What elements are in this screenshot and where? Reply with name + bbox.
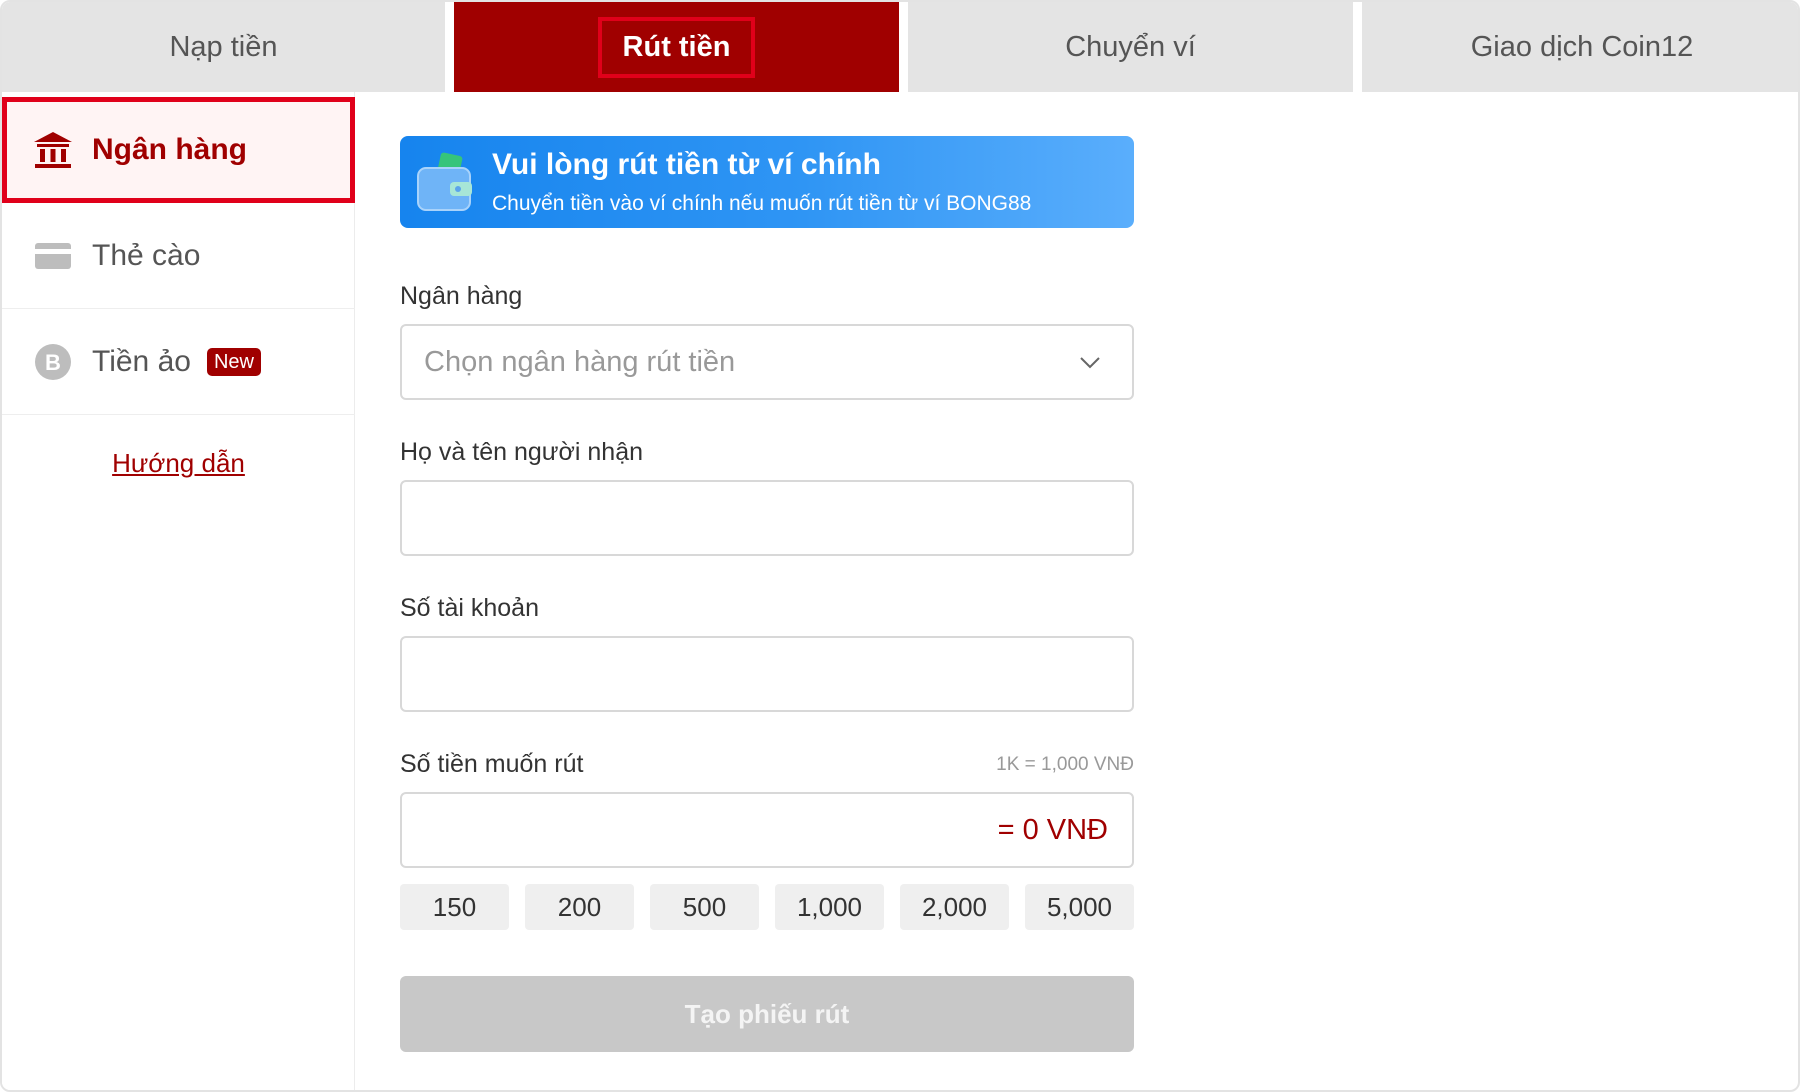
- amount-equivalent: = 0 VNĐ: [997, 814, 1108, 846]
- card-icon: [32, 235, 74, 277]
- quick-amount-button[interactable]: 500: [650, 884, 759, 930]
- quick-amount-button[interactable]: 2,000: [900, 884, 1009, 930]
- tab-label: Giao dịch Coin12: [1470, 30, 1694, 63]
- amount-rate-hint: 1K = 1,000 VNĐ: [996, 754, 1134, 775]
- bank-icon: [32, 129, 74, 171]
- bank-label: Ngân hàng: [400, 282, 523, 310]
- account-number-input[interactable]: [402, 638, 1132, 710]
- quick-amount-button[interactable]: 1,000: [775, 884, 884, 930]
- quick-amount-button[interactable]: 5,000: [1025, 884, 1134, 930]
- tab-transfer-wallet[interactable]: Chuyển ví: [908, 2, 1353, 92]
- quick-amount-button[interactable]: 200: [525, 884, 634, 930]
- tab-coin12-transactions[interactable]: Giao dịch Coin12: [1362, 2, 1798, 92]
- bank-select-placeholder: Chọn ngân hàng rút tiền: [424, 346, 736, 378]
- account-number-label: Số tài khoản: [400, 594, 539, 622]
- chevron-down-icon: [1078, 350, 1102, 379]
- svg-text:B: B: [45, 350, 61, 375]
- recipient-name-field[interactable]: [400, 480, 1134, 556]
- amount-label: Số tiền muốn rút: [400, 750, 584, 778]
- sidebar-item-bank[interactable]: Ngân hàng: [2, 97, 355, 203]
- sidebar: Ngân hàng Thẻ cào B Tiền ảo New Hướng dẫ…: [2, 92, 355, 1090]
- banner-subtitle: Chuyển tiền vào ví chính nếu muốn rút ti…: [492, 192, 1032, 215]
- create-withdrawal-button[interactable]: Tạo phiếu rút: [400, 976, 1134, 1052]
- amount-field[interactable]: = 0 VNĐ: [400, 792, 1134, 868]
- sidebar-item-crypto[interactable]: B Tiền ảo New: [2, 309, 355, 415]
- bitcoin-icon: B: [32, 341, 74, 383]
- account-number-field[interactable]: [400, 636, 1134, 712]
- quick-amount-buttons: 150 200 500 1,000 2,000 5,000: [400, 884, 1134, 930]
- sidebar-item-label: Thẻ cào: [92, 238, 201, 272]
- tab-label: Chuyển ví: [1065, 30, 1196, 63]
- quick-amount-button[interactable]: 150: [400, 884, 509, 930]
- tab-label: Rút tiền: [597, 16, 756, 78]
- main-wallet-notice-banner: Vui lòng rút tiền từ ví chính Chuyển tiề…: [400, 136, 1134, 228]
- sidebar-item-label: Tiền ảo: [92, 344, 191, 378]
- new-badge: New: [206, 347, 261, 376]
- tab-withdraw[interactable]: Rút tiền: [454, 2, 899, 92]
- withdraw-panel: Nạp tiền Rút tiền Chuyển ví Giao dịch Co…: [0, 0, 1800, 1092]
- bank-select[interactable]: Chọn ngân hàng rút tiền: [400, 324, 1134, 400]
- sidebar-item-scratch-card[interactable]: Thẻ cào: [2, 203, 355, 309]
- recipient-name-label: Họ và tên người nhận: [400, 438, 644, 466]
- tab-label: Nạp tiền: [169, 30, 278, 63]
- banner-title: Vui lòng rút tiền từ ví chính: [492, 148, 881, 181]
- sidebar-item-label: Ngân hàng: [92, 133, 247, 166]
- guide-link[interactable]: Hướng dẫn: [2, 448, 355, 479]
- recipient-name-input[interactable]: [402, 482, 1132, 554]
- tab-deposit[interactable]: Nạp tiền: [2, 2, 445, 92]
- wallet-icon: [414, 150, 476, 221]
- tab-bar: Nạp tiền Rút tiền Chuyển ví Giao dịch Co…: [2, 2, 1798, 92]
